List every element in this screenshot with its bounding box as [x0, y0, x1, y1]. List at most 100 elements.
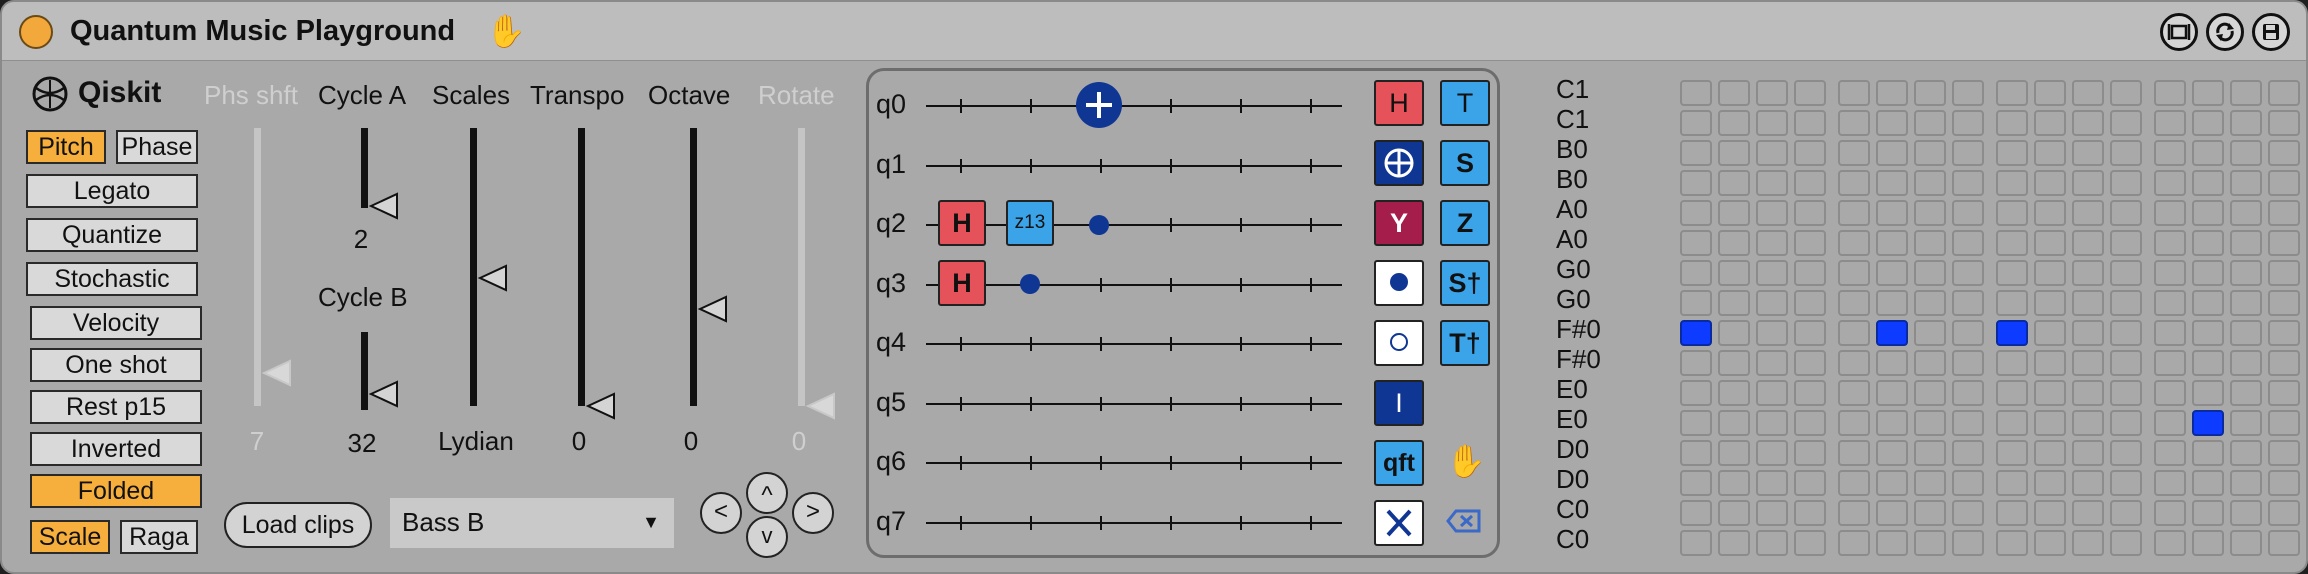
qubit-wire-q6[interactable]: [926, 462, 1342, 464]
sequencer-cell[interactable]: [2192, 470, 2224, 496]
sequencer-cell[interactable]: [2230, 290, 2262, 316]
sequencer-cell[interactable]: [1838, 440, 1870, 466]
sequencer-cell[interactable]: [1838, 170, 1870, 196]
qubit-wire-q2[interactable]: [926, 224, 1342, 226]
sequencer-cell[interactable]: [1838, 470, 1870, 496]
inverted-toggle[interactable]: Inverted: [30, 432, 202, 466]
sequencer-cell[interactable]: [2110, 200, 2142, 226]
sequencer-cell[interactable]: [1756, 230, 1788, 256]
sequencer-cell[interactable]: [1838, 260, 1870, 286]
sequencer-cell[interactable]: [2268, 140, 2300, 166]
anti-control-dot-icon[interactable]: [1374, 320, 1424, 366]
sequencer-cell[interactable]: [2110, 80, 2142, 106]
stochastic-toggle[interactable]: Stochastic: [26, 262, 198, 296]
sequencer-cell[interactable]: [1838, 500, 1870, 526]
sequencer-cell[interactable]: [2192, 320, 2224, 346]
sequencer-cell[interactable]: [1718, 260, 1750, 286]
load-clips-button[interactable]: Load clips: [224, 502, 372, 548]
sequencer-cell[interactable]: [1914, 110, 1946, 136]
control-dot-icon[interactable]: [1089, 215, 1109, 235]
sequencer-cell[interactable]: [2072, 80, 2104, 106]
sequencer-cell[interactable]: [1876, 440, 1908, 466]
sequencer-cell[interactable]: [2154, 80, 2186, 106]
sequencer-cell[interactable]: [2230, 350, 2262, 376]
sequencer-cell[interactable]: [2192, 260, 2224, 286]
raga-toggle[interactable]: Raga: [120, 520, 198, 554]
cycle-b-slider[interactable]: [361, 332, 368, 410]
clip-dropdown[interactable]: Bass B ▼: [390, 498, 674, 548]
sequencer-cell[interactable]: [1838, 290, 1870, 316]
sequencer-cell[interactable]: [1914, 380, 1946, 406]
sequencer-cell[interactable]: [2034, 140, 2066, 166]
sequencer-cell[interactable]: [2110, 440, 2142, 466]
qubit-wire-q5[interactable]: [926, 402, 1342, 405]
scales-slider[interactable]: [470, 128, 477, 406]
sequencer-cell[interactable]: [2268, 470, 2300, 496]
sequencer-cell[interactable]: [2110, 110, 2142, 136]
cnot-target-icon[interactable]: [1076, 82, 1122, 128]
sequencer-cell[interactable]: [2154, 290, 2186, 316]
sequencer-cell[interactable]: [2154, 170, 2186, 196]
sequencer-cell[interactable]: [1680, 80, 1712, 106]
sequencer-cell[interactable]: [2192, 350, 2224, 376]
sequencer-cell[interactable]: [2192, 110, 2224, 136]
sequencer-cell[interactable]: [2072, 410, 2104, 436]
sequencer-cell[interactable]: [2072, 320, 2104, 346]
sequencer-cell[interactable]: [2268, 410, 2300, 436]
sequencer-cell[interactable]: [1794, 350, 1826, 376]
sequencer-cell[interactable]: [1996, 170, 2028, 196]
sequencer-cell[interactable]: [1876, 260, 1908, 286]
sequencer-cell[interactable]: [2268, 260, 2300, 286]
sequencer-cell[interactable]: [1914, 200, 1946, 226]
sequencer-cell[interactable]: [1756, 260, 1788, 286]
sequencer-cell[interactable]: [1996, 140, 2028, 166]
nav-right-button[interactable]: >: [792, 492, 834, 534]
sequencer-cell[interactable]: [1718, 380, 1750, 406]
sequencer-cell[interactable]: [2268, 500, 2300, 526]
fullscreen-icon[interactable]: [2160, 13, 2198, 51]
sequencer-cell[interactable]: [2072, 200, 2104, 226]
sequencer-cell[interactable]: [2110, 470, 2142, 496]
sequencer-cell[interactable]: [1680, 440, 1712, 466]
sequencer-cell[interactable]: [2230, 80, 2262, 106]
sequencer-cell[interactable]: [2034, 230, 2066, 256]
sequencer-cell[interactable]: [1680, 140, 1712, 166]
sequencer-cell[interactable]: [1756, 530, 1788, 556]
sequencer-cell[interactable]: [2072, 530, 2104, 556]
sequencer-cell[interactable]: [2154, 200, 2186, 226]
sequencer-cell[interactable]: [1952, 380, 1984, 406]
palette-t-gate[interactable]: T: [1440, 80, 1490, 126]
sequencer-cell[interactable]: [1794, 530, 1826, 556]
sequencer-cell[interactable]: [2110, 170, 2142, 196]
legato-toggle[interactable]: Legato: [26, 174, 198, 208]
sequencer-cell[interactable]: [1718, 440, 1750, 466]
sequencer-cell[interactable]: [2230, 470, 2262, 496]
sequencer-cell[interactable]: [1756, 500, 1788, 526]
sequencer-cell[interactable]: [1914, 410, 1946, 436]
sequencer-cell[interactable]: [2192, 290, 2224, 316]
palette-z-gate[interactable]: Z: [1440, 200, 1490, 246]
sequencer-cell[interactable]: [1952, 230, 1984, 256]
sequencer-cell[interactable]: [2192, 500, 2224, 526]
sequencer-cell[interactable]: [2072, 230, 2104, 256]
sequencer-cell[interactable]: [2192, 140, 2224, 166]
sequencer-cell[interactable]: [1996, 290, 2028, 316]
sequencer-cell[interactable]: [1996, 410, 2028, 436]
sequencer-cell[interactable]: [1996, 530, 2028, 556]
sequencer-cell[interactable]: [1718, 110, 1750, 136]
sequencer-cell[interactable]: [2110, 230, 2142, 256]
sequencer-cell[interactable]: [2154, 140, 2186, 166]
sequencer-cell[interactable]: [2072, 260, 2104, 286]
sequencer-cell[interactable]: [2110, 260, 2142, 286]
sequencer-cell[interactable]: [2230, 260, 2262, 286]
sequencer-cell[interactable]: [1756, 320, 1788, 346]
sequencer-cell[interactable]: [1680, 530, 1712, 556]
q2-rz-gate[interactable]: z13: [1006, 200, 1054, 246]
sequencer-cell[interactable]: [2230, 410, 2262, 436]
sequencer-cell[interactable]: [2268, 530, 2300, 556]
sequencer-cell[interactable]: [1952, 260, 1984, 286]
sequencer-cell[interactable]: [1718, 230, 1750, 256]
q2-h-gate[interactable]: H: [938, 200, 986, 246]
sequencer-cell[interactable]: [1794, 320, 1826, 346]
sequencer-cell[interactable]: [1794, 260, 1826, 286]
